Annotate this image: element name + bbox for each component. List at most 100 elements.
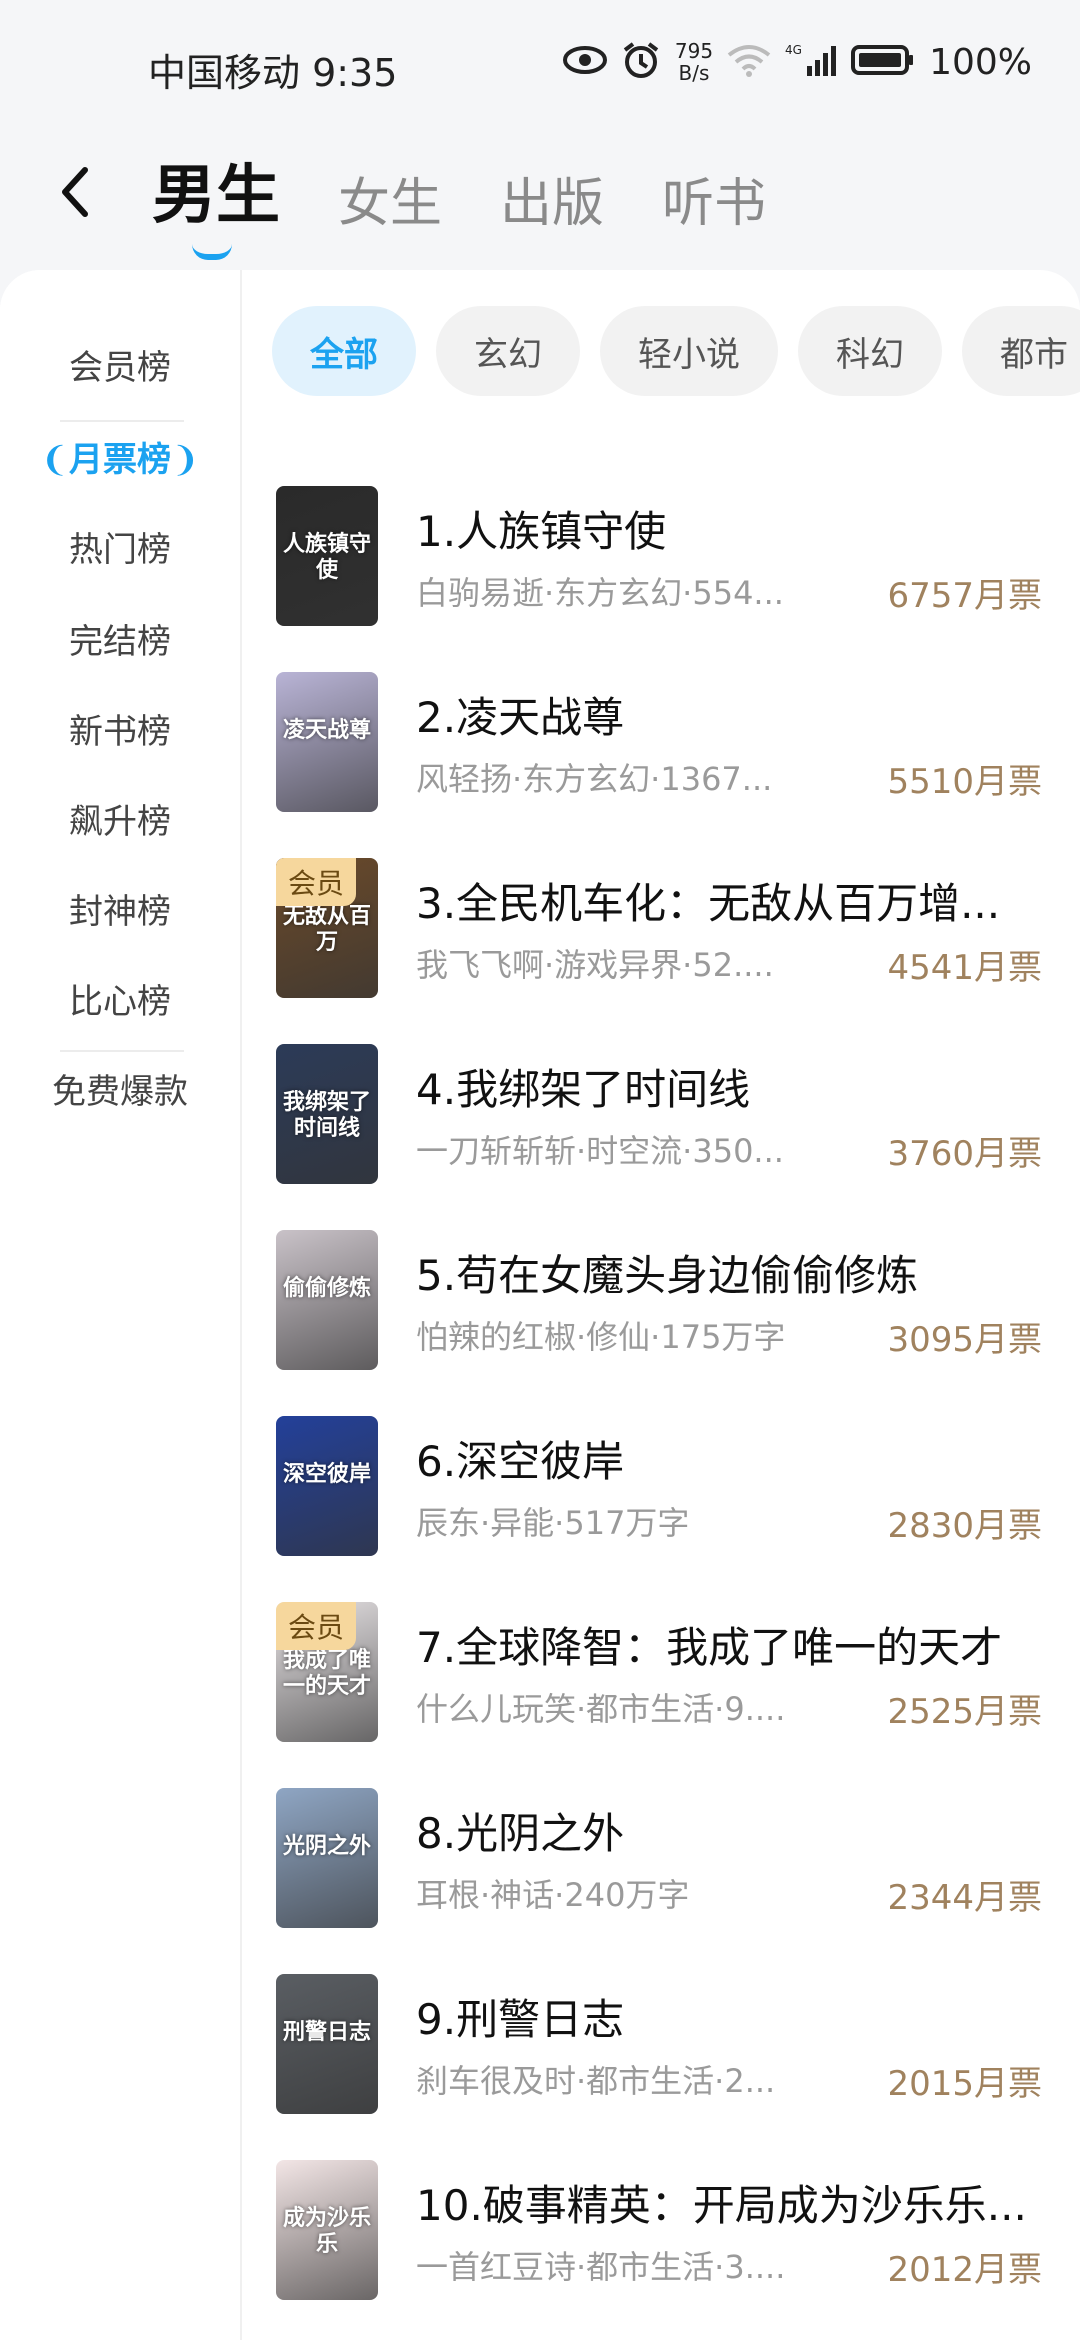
book-meta: 我飞飞啊·游戏异界·52.... bbox=[416, 946, 774, 984]
eye-icon bbox=[562, 45, 607, 79]
monthly-ticket-count: 2525月票 bbox=[887, 1692, 1042, 1732]
book-cover-art-text: 光阴之外 bbox=[282, 1834, 371, 1859]
book-cover-art-text: 刑警日志 bbox=[282, 2020, 371, 2045]
book-cover[interactable]: 深空彼岸 bbox=[276, 1416, 378, 1556]
book-title[interactable]: 8.光阴之外 bbox=[416, 1800, 1046, 1861]
ranking-sidebar: 会员榜 ❨月票榜❩ 热门榜 完结榜 新书榜 飙升榜 封神榜 比心榜 免费爆款 bbox=[0, 270, 242, 2340]
book-title[interactable]: 5.苟在女魔头身边偷偷修炼 bbox=[416, 1242, 1046, 1303]
book-row[interactable]: 成为沙乐乐 10.破事精英：开局成为沙乐乐... 一首红豆诗·都市生活·3.... 2… bbox=[276, 2160, 1042, 2300]
sidebar-item-heart[interactable]: 比心榜 bbox=[0, 974, 240, 1023]
chip-scifi[interactable]: 科幻 bbox=[798, 306, 942, 396]
book-title[interactable]: 4.我绑架了时间线 bbox=[416, 1056, 1046, 1117]
tab-audiobook[interactable]: 听书 bbox=[662, 161, 766, 236]
book-cover-art-text: 成为沙乐乐 bbox=[282, 2206, 371, 2257]
tab-female[interactable]: 女生 bbox=[338, 161, 442, 236]
ranking-panel: 会员榜 ❨月票榜❩ 热门榜 完结榜 新书榜 飙升榜 封神榜 比心榜 免费爆款 全… bbox=[0, 270, 1080, 2340]
monthly-ticket-count: 3095月票 bbox=[887, 1320, 1042, 1360]
book-meta: 什么儿玩笑·都市生活·9.... bbox=[416, 1690, 786, 1728]
category-chips: 全部 玄幻 轻小说 科幻 都市 bbox=[272, 306, 1080, 396]
back-arrow-icon bbox=[62, 167, 88, 217]
book-row[interactable]: 我绑架了时间线 4.我绑架了时间线 一刀斩斩斩·时空流·350... 3760月票 bbox=[276, 1044, 1042, 1184]
book-title[interactable]: 10.破事精英：开局成为沙乐乐... bbox=[416, 2172, 1046, 2233]
active-tab-indicator bbox=[192, 244, 232, 260]
book-cover[interactable]: 成为沙乐乐 bbox=[276, 2160, 378, 2300]
book-cover-art-text: 我绑架了时间线 bbox=[282, 1090, 371, 1141]
tab-male[interactable]: 男生 bbox=[152, 144, 280, 260]
book-row[interactable]: 光阴之外 8.光阴之外 耳根·神话·240万字 2344月票 bbox=[276, 1788, 1042, 1928]
vip-badge: 会员 bbox=[276, 1602, 357, 1650]
book-row[interactable]: 无敌从百万 会员 3.全民机车化：无敌从百万增... 我飞飞啊·游戏异界·52....… bbox=[276, 858, 1042, 998]
book-cover-art-text: 人族镇守使 bbox=[282, 532, 371, 583]
book-cover-art-text: 深空彼岸 bbox=[282, 1462, 371, 1487]
sidebar-item-vip[interactable]: 会员榜 bbox=[0, 340, 240, 389]
book-meta: 风轻扬·东方玄幻·1367... bbox=[416, 760, 773, 798]
wifi-icon bbox=[727, 43, 771, 81]
book-row[interactable]: 偷偷修炼 5.苟在女魔头身边偷偷修炼 怕辣的红椒·修仙·175万字 3095月票 bbox=[276, 1230, 1042, 1370]
book-cover[interactable]: 我成了唯一的天才 会员 bbox=[276, 1602, 378, 1742]
carrier-time: 中国移动 9:35 bbox=[148, 51, 398, 95]
back-button[interactable] bbox=[44, 152, 104, 232]
book-cover[interactable]: 我绑架了时间线 bbox=[276, 1044, 378, 1184]
laurel-left-icon: ❨ bbox=[40, 440, 70, 480]
book-cover-art-text: 我成了唯一的天才 bbox=[282, 1648, 371, 1699]
book-meta: 白驹易逝·东方玄幻·554... bbox=[416, 574, 784, 612]
book-meta: 怕辣的红椒·修仙·175万字 bbox=[416, 1318, 786, 1356]
gender-tabs: 男生 女生 出版 听书 bbox=[152, 144, 766, 260]
book-cover[interactable]: 刑警日志 bbox=[276, 1974, 378, 2114]
chip-urban[interactable]: 都市 bbox=[962, 306, 1080, 396]
sidebar-divider bbox=[60, 420, 184, 422]
book-title[interactable]: 7.全球降智：我成了唯一的天才 bbox=[416, 1614, 1046, 1675]
book-title[interactable]: 9.刑警日志 bbox=[416, 1986, 1046, 2047]
book-cover[interactable]: 偷偷修炼 bbox=[276, 1230, 378, 1370]
monthly-ticket-count: 6757月票 bbox=[887, 576, 1042, 616]
laurel-right-icon: ❩ bbox=[171, 440, 200, 480]
book-cover-art-text: 偷偷修炼 bbox=[282, 1276, 371, 1301]
sidebar-item-monthly-ticket[interactable]: ❨月票榜❩ bbox=[0, 432, 240, 481]
book-cover[interactable]: 凌天战尊 bbox=[276, 672, 378, 812]
status-bar: 中国移动 9:35 795 B/s 4G 100% bbox=[0, 0, 1080, 130]
book-row[interactable]: 刑警日志 9.刑警日志 刹车很及时·都市生活·2... 2015月票 bbox=[276, 1974, 1042, 2114]
monthly-ticket-count: 2830月票 bbox=[887, 1506, 1042, 1546]
monthly-ticket-count: 5510月票 bbox=[887, 762, 1042, 802]
sidebar-item-new[interactable]: 新书榜 bbox=[0, 704, 240, 753]
top-nav: 男生 女生 出版 听书 bbox=[0, 130, 1080, 270]
svg-text:4G: 4G bbox=[785, 43, 802, 57]
monthly-ticket-count: 2344月票 bbox=[887, 1878, 1042, 1918]
book-meta: 刹车很及时·都市生活·2... bbox=[416, 2062, 776, 2100]
chip-fantasy[interactable]: 玄幻 bbox=[436, 306, 580, 396]
book-cover-art-text: 无敌从百万 bbox=[282, 904, 371, 955]
book-title[interactable]: 3.全民机车化：无敌从百万增... bbox=[416, 870, 1046, 931]
book-row[interactable]: 我成了唯一的天才 会员 7.全球降智：我成了唯一的天才 什么儿玩笑·都市生活·9...… bbox=[276, 1602, 1042, 1742]
book-meta: 辰东·异能·517万字 bbox=[416, 1504, 690, 1542]
sidebar-item-god[interactable]: 封神榜 bbox=[0, 884, 240, 933]
book-row[interactable]: 凌天战尊 2.凌天战尊 风轻扬·东方玄幻·1367... 5510月票 bbox=[276, 672, 1042, 812]
book-cover[interactable]: 无敌从百万 会员 bbox=[276, 858, 378, 998]
sidebar-item-finished[interactable]: 完结榜 bbox=[0, 614, 240, 663]
tab-publish[interactable]: 出版 bbox=[500, 161, 604, 236]
monthly-ticket-count: 3760月票 bbox=[887, 1134, 1042, 1174]
battery-percent: 100% bbox=[929, 41, 1032, 83]
battery-icon bbox=[851, 43, 915, 81]
signal-4g-icon: 4G bbox=[785, 42, 837, 82]
book-title[interactable]: 1.人族镇守使 bbox=[416, 498, 1046, 559]
book-row[interactable]: 深空彼岸 6.深空彼岸 辰东·异能·517万字 2830月票 bbox=[276, 1416, 1042, 1556]
book-meta: 耳根·神话·240万字 bbox=[416, 1876, 690, 1914]
book-cover[interactable]: 人族镇守使 bbox=[276, 486, 378, 626]
book-meta: 一刀斩斩斩·时空流·350... bbox=[416, 1132, 784, 1170]
sidebar-item-hot[interactable]: 热门榜 bbox=[0, 522, 240, 571]
sidebar-item-rising[interactable]: 飙升榜 bbox=[0, 794, 240, 843]
monthly-ticket-count: 2015月票 bbox=[887, 2064, 1042, 2104]
book-cover-art-text: 凌天战尊 bbox=[282, 718, 371, 743]
chip-all[interactable]: 全部 bbox=[272, 306, 416, 396]
book-title[interactable]: 6.深空彼岸 bbox=[416, 1428, 1046, 1489]
monthly-ticket-count: 2012月票 bbox=[887, 2250, 1042, 2290]
book-row[interactable]: 人族镇守使 1.人族镇守使 白驹易逝·东方玄幻·554... 6757月票 bbox=[276, 486, 1042, 626]
sidebar-divider bbox=[60, 1050, 184, 1052]
chip-light-novel[interactable]: 轻小说 bbox=[600, 306, 778, 396]
book-title[interactable]: 2.凌天战尊 bbox=[416, 684, 1046, 745]
sidebar-item-free[interactable]: 免费爆款 bbox=[0, 1064, 240, 1113]
alarm-icon bbox=[621, 40, 661, 84]
net-speed: 795 B/s bbox=[674, 39, 714, 85]
book-cover[interactable]: 光阴之外 bbox=[276, 1788, 378, 1928]
vip-badge: 会员 bbox=[276, 858, 357, 906]
